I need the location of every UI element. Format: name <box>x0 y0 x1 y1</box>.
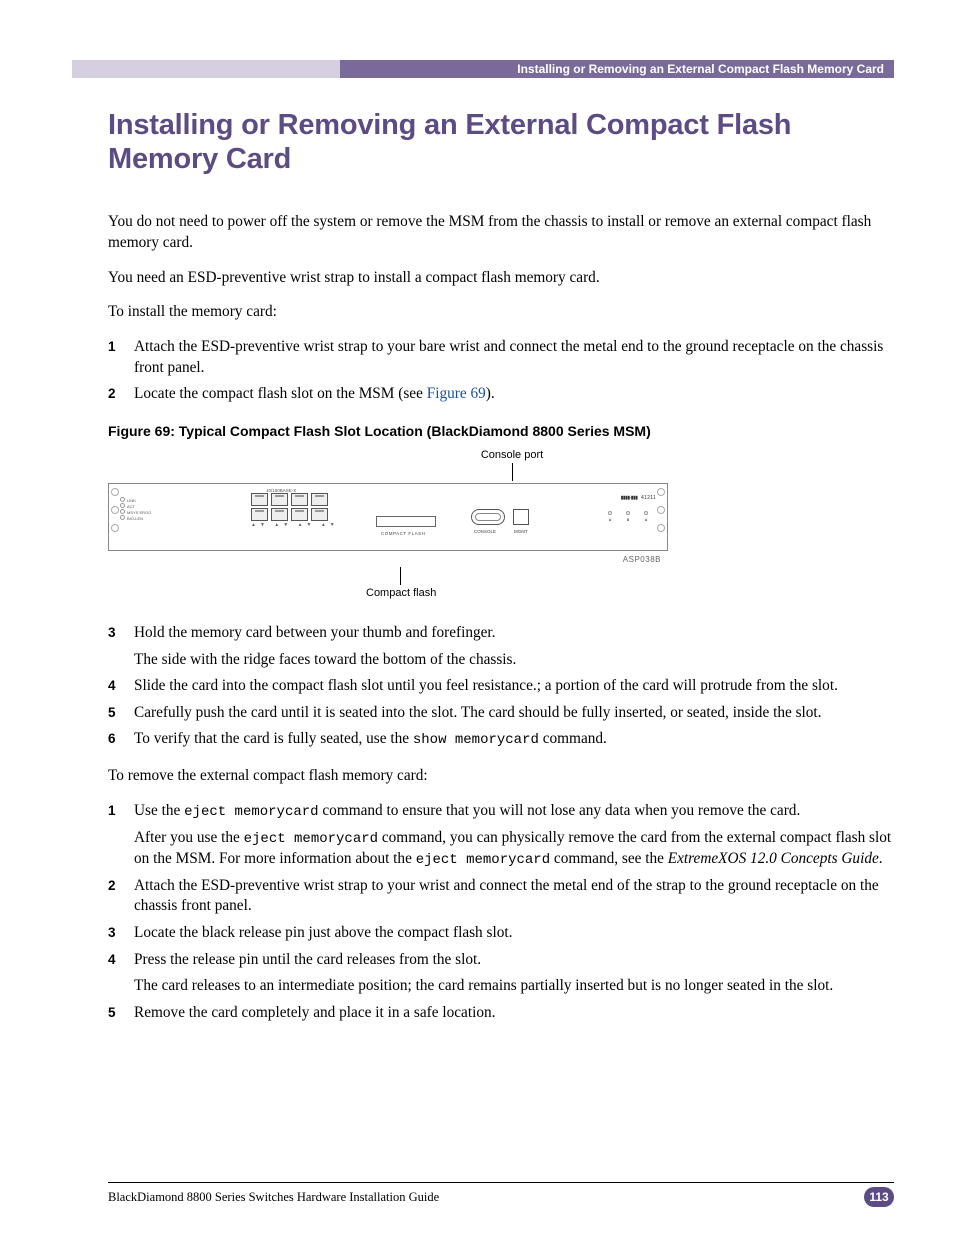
cf-slot-label: COMPACT FLASH <box>381 531 425 536</box>
step-number: 4 <box>108 950 134 997</box>
model-number: ▮▮▮▮-▮▮▮ 41211 <box>608 495 656 501</box>
step-number: 2 <box>108 384 134 405</box>
step-text: Slide the card into the compact flash sl… <box>134 676 894 697</box>
command-code: eject memorycard <box>416 852 550 868</box>
list-item: 4 Slide the card into the compact flash … <box>108 676 894 697</box>
list-item: 1 Attach the ESD-preventive wrist strap … <box>108 337 894 378</box>
step-text: Remove the card completely and place it … <box>134 1003 894 1024</box>
step-number: 5 <box>108 1003 134 1024</box>
console-mgmt-ports <box>471 509 529 525</box>
mgmt-port-icon <box>513 509 529 525</box>
figure-ref-code: ASP038B <box>623 555 661 564</box>
intro-para-1: You do not need to power off the system … <box>108 212 894 253</box>
list-item: 5 Carefully push the card until it is se… <box>108 703 894 724</box>
step-number: 3 <box>108 923 134 944</box>
callout-pointer-icon <box>400 567 401 585</box>
install-steps-list: 1 Attach the ESD-preventive wrist strap … <box>108 337 894 405</box>
book-reference: ExtremeXOS 12.0 Concepts Guide <box>668 850 879 867</box>
list-item: 4 Press the release pin until the card r… <box>108 950 894 997</box>
step-text: Hold the memory card between your thumb … <box>134 623 894 670</box>
step-text: To verify that the card is fully seated,… <box>134 729 894 750</box>
command-code: show memorycard <box>413 732 539 748</box>
compact-flash-callout: Compact flash <box>366 587 668 599</box>
intro-para-3: To install the memory card: <box>108 302 894 323</box>
step-text: Attach the ESD-preventive wrist strap to… <box>134 337 894 378</box>
list-item: 1 Use the eject memorycard command to en… <box>108 801 894 870</box>
step-text: Press the release pin until the card rel… <box>134 950 894 997</box>
list-item: 2 Attach the ESD-preventive wrist strap … <box>108 876 894 917</box>
list-item: 5 Remove the card completely and place i… <box>108 1003 894 1024</box>
step-text: Locate the compact flash slot on the MSM… <box>134 384 894 405</box>
console-label: CONSOLE <box>474 529 496 534</box>
step-text: Locate the black release pin just above … <box>134 923 894 944</box>
figure-caption: Figure 69: Typical Compact Flash Slot Lo… <box>108 423 894 439</box>
serial-port-icon <box>471 509 505 525</box>
figure-link[interactable]: Figure 69 <box>427 385 486 402</box>
callout-pointer-icon <box>512 463 513 481</box>
page-footer: BlackDiamond 8800 Series Switches Hardwa… <box>108 1187 894 1207</box>
step-number: 4 <box>108 676 134 697</box>
footer-title: BlackDiamond 8800 Series Switches Hardwa… <box>108 1190 439 1205</box>
msm-front-panel: LINK ACT MSYS ERGO BIO-LEN 10/100BASE-X … <box>108 483 668 551</box>
install-steps-cont: 3 Hold the memory card between your thum… <box>108 623 894 750</box>
step-number: 1 <box>108 801 134 870</box>
page-content: Installing or Removing an External Compa… <box>108 108 894 1040</box>
intro-para-2: You need an ESD-preventive wrist strap t… <box>108 268 894 289</box>
header-breadcrumb: Installing or Removing an External Compa… <box>340 60 894 78</box>
list-item: 2 Locate the compact flash slot on the M… <box>108 384 894 405</box>
step-number: 5 <box>108 703 134 724</box>
footer-rule <box>108 1182 894 1183</box>
status-leds: LINK ACT MSYS ERGO BIO-LEN <box>120 497 151 521</box>
list-item: 3 Hold the memory card between your thum… <box>108 623 894 670</box>
figure-diagram: Console port LINK ACT MSYS ERGO BIO-LEN … <box>108 449 668 599</box>
ethernet-ports: ▲▼ ▲▼ ▲▼ ▲▼ <box>251 493 339 528</box>
compact-flash-slot <box>376 516 436 527</box>
step-text: Carefully push the card until it is seat… <box>134 703 894 724</box>
list-item: 6 To verify that the card is fully seate… <box>108 729 894 750</box>
page-number-badge: 113 <box>864 1187 894 1207</box>
text-fragment: Locate the compact flash slot on the MSM… <box>134 385 427 402</box>
step-text: Use the eject memorycard command to ensu… <box>134 801 894 870</box>
command-code: eject memorycard <box>244 831 378 847</box>
list-item: 3 Locate the black release pin just abov… <box>108 923 894 944</box>
step-number: 3 <box>108 623 134 670</box>
step-number: 6 <box>108 729 134 750</box>
step-number: 2 <box>108 876 134 917</box>
remove-intro: To remove the external compact flash mem… <box>108 766 894 787</box>
command-code: eject memorycard <box>184 804 318 820</box>
step-text: Attach the ESD-preventive wrist strap to… <box>134 876 894 917</box>
page-title: Installing or Removing an External Compa… <box>108 108 894 176</box>
remove-steps-list: 1 Use the eject memorycard command to en… <box>108 801 894 1024</box>
console-port-callout: Console port <box>452 449 572 461</box>
text-fragment: ). <box>486 385 495 402</box>
mgmt-label: MGMT <box>514 529 528 534</box>
step-number: 1 <box>108 337 134 378</box>
